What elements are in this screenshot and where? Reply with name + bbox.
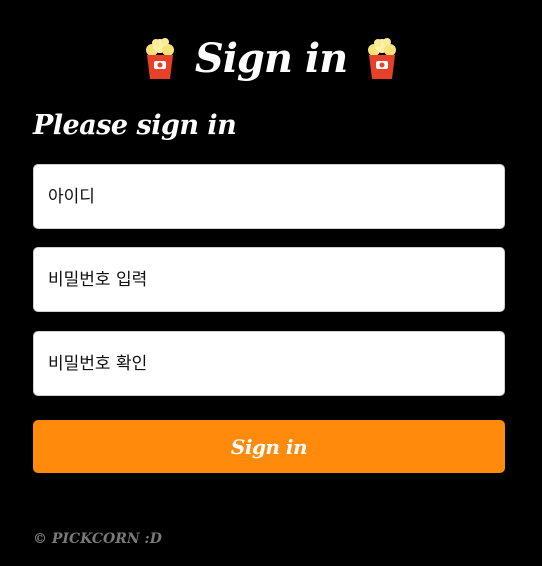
popcorn-icon <box>365 37 399 81</box>
page-title: Sign in <box>194 35 348 82</box>
password-confirm-input[interactable] <box>33 331 505 396</box>
password-input[interactable] <box>33 247 505 312</box>
form-subtitle: Please sign in <box>33 110 237 141</box>
footer-copyright: © PICKCORN :D <box>33 531 162 547</box>
popcorn-icon <box>143 37 177 81</box>
username-input[interactable] <box>33 164 505 229</box>
page-header: Sign in <box>0 28 542 90</box>
sign-in-button[interactable]: Sign in <box>33 420 505 473</box>
